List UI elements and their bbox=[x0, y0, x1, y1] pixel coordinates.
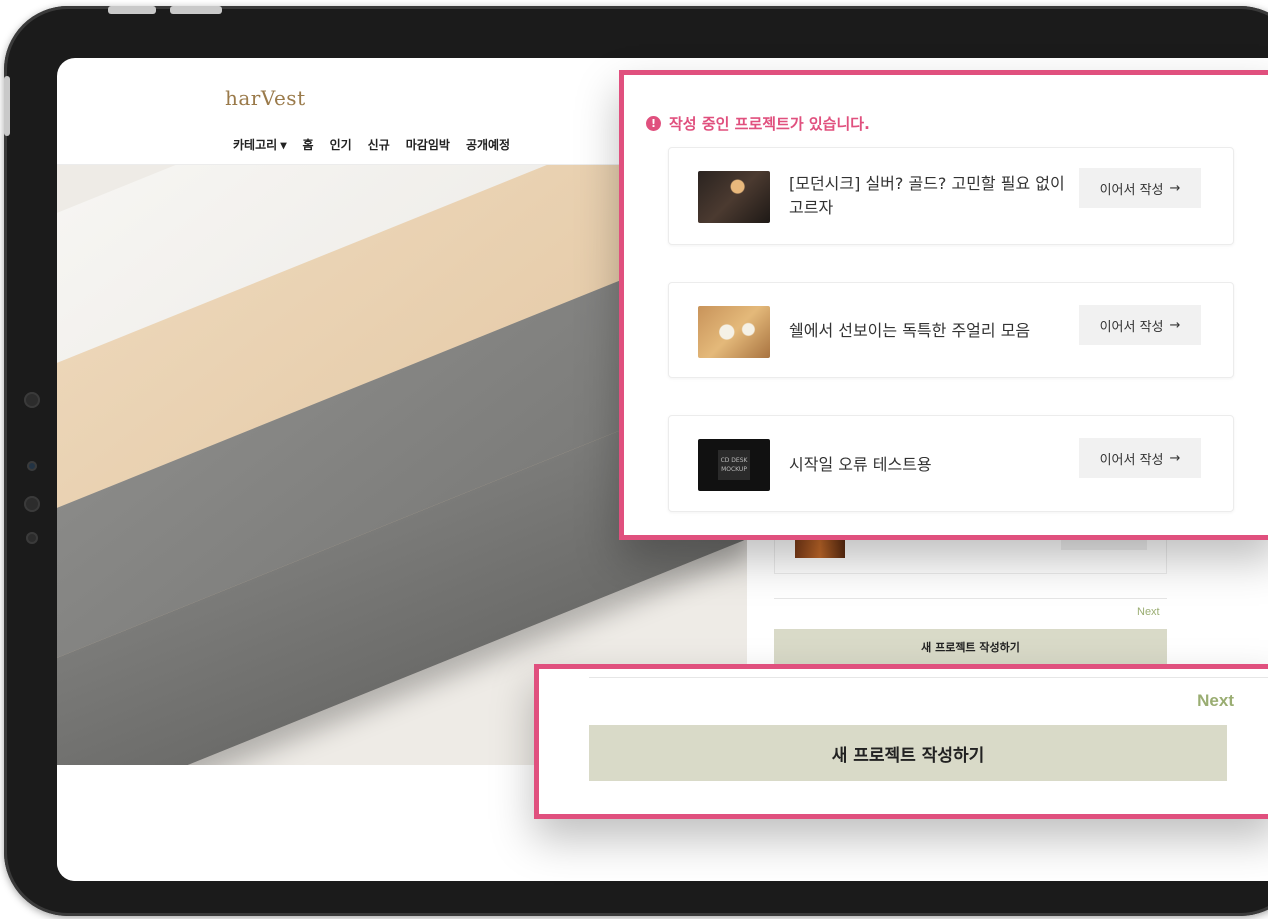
tablet-sensor-dot bbox=[26, 532, 38, 544]
continue-writing-button[interactable]: 이어서 작성 → bbox=[1079, 168, 1201, 208]
cd-mockup-label: CD DESK MOCKUP bbox=[718, 450, 750, 480]
project-title: 시작일 오류 테스트용 bbox=[789, 455, 932, 474]
next-link[interactable]: Next bbox=[1197, 691, 1234, 711]
underlying-project-thumbnail bbox=[795, 538, 845, 558]
tablet-camera-lens bbox=[27, 461, 37, 471]
nav-item-upcoming[interactable]: 공개예정 bbox=[466, 136, 510, 153]
zoom-callout-projects: ! 작성 중인 프로젝트가 있습니다. [모던시크] 실버? 골드? 고민할 필… bbox=[619, 70, 1268, 540]
project-card: CD DESK MOCKUP 시작일 오류 테스트용 이어서 작성 → bbox=[668, 415, 1234, 512]
nav-item-home[interactable]: 홈 bbox=[303, 136, 314, 153]
exclamation-circle-icon: ! bbox=[646, 116, 661, 131]
nav-item-popular[interactable]: 인기 bbox=[330, 136, 352, 153]
tablet-sensor-dot bbox=[24, 496, 40, 512]
project-card: 쉘에서 선보이는 독특한 주얼리 모음 이어서 작성 → bbox=[668, 282, 1234, 378]
project-title: [모던시크] 실버? 골드? 고민할 필요 없이 고르자 bbox=[789, 174, 1065, 217]
nav-item-closing-soon[interactable]: 마감임박 bbox=[406, 136, 450, 153]
continue-writing-button[interactable]: 이어서 작성 → bbox=[1079, 438, 1201, 478]
arrow-right-icon: → bbox=[1169, 450, 1181, 466]
tablet-volume-button bbox=[108, 6, 156, 14]
tablet-camera-dot bbox=[24, 392, 40, 408]
site-logo[interactable]: harVest bbox=[225, 86, 306, 110]
notice-text: 작성 중인 프로젝트가 있습니다. bbox=[669, 115, 870, 133]
continue-writing-label: 이어서 작성 bbox=[1099, 319, 1164, 335]
underlying-next-label[interactable]: Next bbox=[1137, 606, 1160, 618]
project-card: [모던시크] 실버? 골드? 고민할 필요 없이 고르자 이어서 작성 → bbox=[668, 147, 1234, 245]
arrow-right-icon: → bbox=[1169, 317, 1181, 333]
main-nav: 카테고리 ▾ 홈 인기 신규 마감임박 공개예정 bbox=[233, 136, 510, 153]
arrow-right-icon: → bbox=[1169, 180, 1181, 196]
project-thumbnail: CD DESK MOCKUP bbox=[698, 439, 770, 491]
tablet-power-button bbox=[170, 6, 222, 14]
actions-divider bbox=[589, 677, 1268, 678]
continue-writing-label: 이어서 작성 bbox=[1099, 452, 1164, 468]
project-thumbnail bbox=[698, 171, 770, 223]
zoom-callout-actions: Next 새 프로젝트 작성하기 bbox=[534, 664, 1268, 819]
project-thumbnail bbox=[698, 306, 770, 358]
continue-writing-label: 이어서 작성 bbox=[1099, 182, 1164, 198]
tablet-side-button bbox=[4, 76, 10, 136]
nav-item-category[interactable]: 카테고리 ▾ bbox=[233, 136, 287, 153]
new-project-button[interactable]: 새 프로젝트 작성하기 bbox=[589, 725, 1227, 781]
nav-item-new[interactable]: 신규 bbox=[368, 136, 390, 153]
continue-writing-button[interactable]: 이어서 작성 → bbox=[1079, 305, 1201, 345]
underlying-divider bbox=[774, 598, 1167, 599]
underlying-new-project-button[interactable]: 새 프로젝트 작성하기 bbox=[774, 629, 1167, 665]
notice-banner: ! 작성 중인 프로젝트가 있습니다. bbox=[646, 113, 870, 134]
project-title: 쉘에서 선보이는 독특한 주얼리 모음 bbox=[789, 321, 1031, 340]
